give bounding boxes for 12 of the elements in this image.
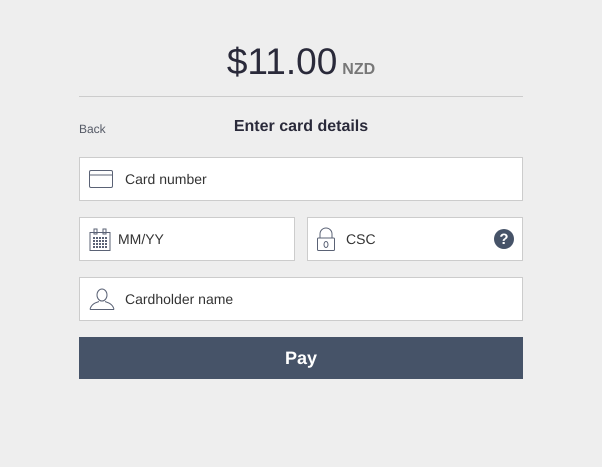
- form-title: Enter card details: [234, 117, 368, 137]
- lock-icon: [317, 227, 335, 251]
- input-field[interactable]: MM/YY: [79, 217, 295, 261]
- card-icon: [89, 170, 113, 188]
- calendar-icon: [89, 228, 111, 250]
- input-field[interactable]: Card number: [79, 157, 523, 201]
- pay-button[interactable]: Pay: [79, 337, 523, 379]
- person-icon: [89, 288, 115, 310]
- back-link[interactable]: Back: [79, 120, 106, 138]
- amount: $11.00: [226, 40, 338, 84]
- input-field[interactable]: Cardholder name: [79, 277, 523, 321]
- currency: NZD: [342, 60, 376, 80]
